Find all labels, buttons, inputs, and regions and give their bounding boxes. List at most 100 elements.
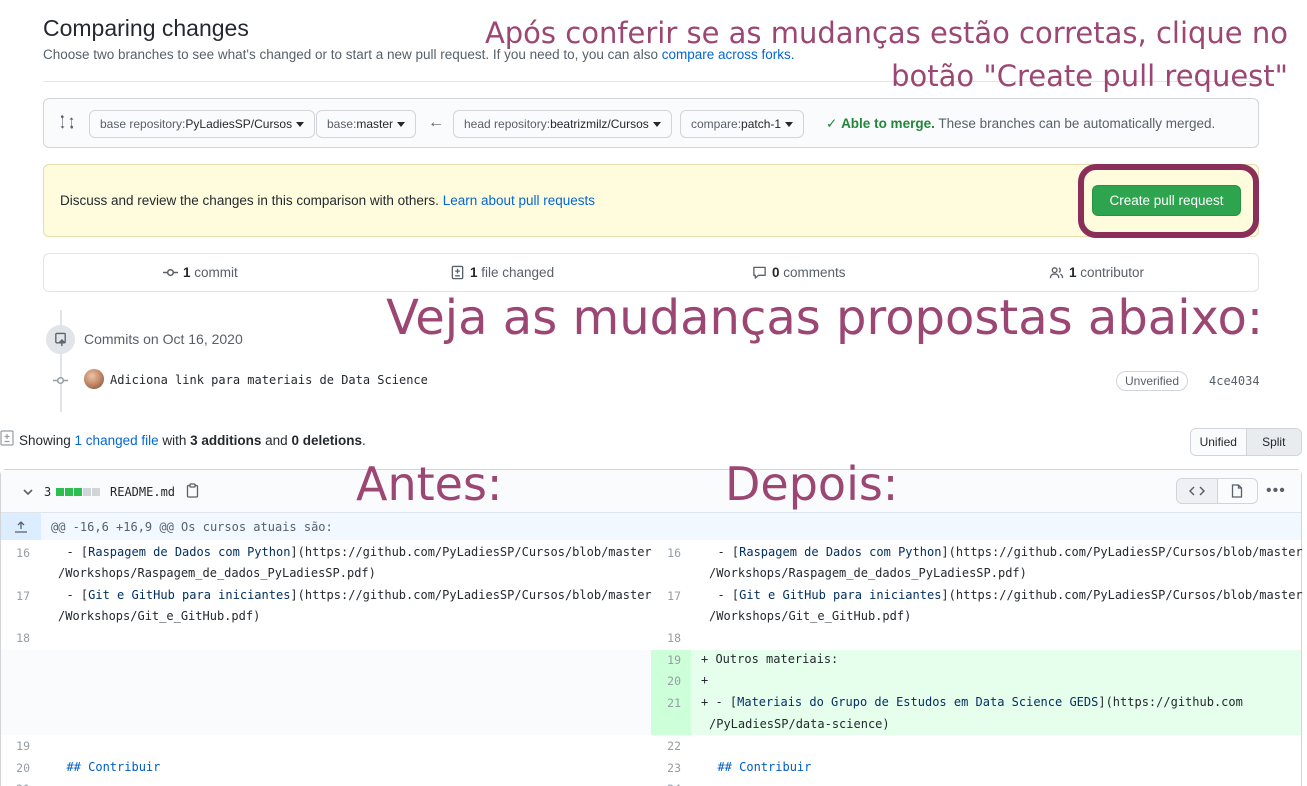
code-link-text: Git e GitHub para iniciantes: [739, 588, 942, 602]
empty-left-block: [1, 650, 651, 735]
check-icon: ✓: [826, 116, 842, 131]
code-heading-text: ## Contribuir: [703, 760, 812, 774]
commits-tab[interactable]: 1 commit: [163, 265, 238, 280]
code-text: - [: [703, 588, 740, 602]
diffstat-blocks: [55, 485, 101, 499]
right-code-line-wrap: /Workshops/Raspagem_de_dados_PyLadiesSP.…: [709, 566, 1027, 580]
annotation-after: Depois:: [725, 457, 899, 511]
file-icon: [1232, 484, 1243, 498]
caret-down-icon: [652, 121, 661, 127]
code-text: ](https://github.com: [1098, 695, 1243, 709]
diffstat-count: 3: [44, 485, 52, 499]
code-view-button[interactable]: [1177, 479, 1218, 503]
page-title: Comparing changes: [43, 15, 249, 41]
compare-branch-select[interactable]: compare: patch-1: [680, 110, 805, 138]
head-repository-label: head repository:: [464, 117, 551, 131]
merge-status-title: Able to merge.: [841, 116, 935, 131]
comments-tab[interactable]: 0 comments: [752, 265, 846, 280]
right-line-number[interactable]: 22: [651, 739, 681, 753]
compare-branch-label: compare:: [691, 117, 742, 131]
commit-message-link[interactable]: Adiciona link para materiais de Data Sci…: [110, 373, 428, 387]
unified-view-button[interactable]: Unified: [1191, 429, 1247, 455]
comment-icon: [753, 266, 766, 279]
base-repository-select[interactable]: base repository: PyLadiesSP/Cursos: [89, 110, 316, 138]
right-line-number[interactable]: 19: [651, 653, 681, 667]
base-repository-value: PyLadiesSP/Cursos: [185, 117, 293, 131]
code-text: ](https://github.com/PyLadiesSP/Cursos/b…: [941, 588, 1303, 602]
diff-summary-with: with: [158, 433, 191, 448]
left-code-line-wrap: /Workshops/Raspagem_de_dados_PyLadiesSP.…: [58, 566, 376, 580]
commit-sha-link[interactable]: 4ce4034: [1209, 374, 1260, 388]
left-line-number[interactable]: 19: [0, 739, 30, 753]
base-branch-select[interactable]: base: master: [316, 110, 417, 138]
files-label: file changed: [477, 265, 555, 280]
right-line-number[interactable]: 16: [651, 546, 681, 560]
rich-view-button[interactable]: [1218, 479, 1258, 503]
right-line-number[interactable]: 24: [651, 782, 681, 786]
chevron-down-icon[interactable]: [22, 486, 34, 498]
copy-icon[interactable]: [186, 483, 199, 498]
create-pull-request-button[interactable]: Create pull request: [1092, 185, 1241, 216]
expand-up-icon[interactable]: [1, 513, 41, 540]
right-added-line-wrap: /PyLadiesSP/data-science): [709, 717, 890, 731]
hunk-header: @@ -16,6 +16,9 @@ Os cursos atuais são:: [51, 520, 333, 534]
arrow-left-icon: ←: [428, 114, 444, 131]
code-text: ](https://github.com/PyLadiesSP/Cursos/b…: [941, 545, 1303, 559]
commits-count: 1: [183, 265, 191, 280]
code-text: - [: [52, 545, 89, 559]
base-branch-value: master: [356, 117, 394, 131]
right-line-number[interactable]: 21: [651, 696, 681, 710]
compare-branch-value: patch-1: [741, 117, 782, 131]
head-repository-value: beatrizmilz/Cursos: [550, 117, 649, 131]
left-line-number[interactable]: 17: [0, 589, 30, 603]
avatar[interactable]: [84, 369, 104, 389]
right-code-line: ## Contribuir: [703, 757, 811, 779]
caret-down-icon: [397, 121, 406, 127]
deletions-count: 0 deletions: [291, 433, 362, 448]
annotation-top-line1: Após conferir se as mudanças estão corre…: [484, 16, 1288, 50]
commits-date-heading: Commits on Oct 16, 2020: [84, 331, 243, 347]
merge-status: ✓ Able to merge. These branches can be a…: [826, 116, 1215, 132]
right-line-number[interactable]: 23: [651, 761, 681, 775]
unverified-badge[interactable]: Unverified: [1116, 371, 1189, 391]
caret-down-icon: [296, 121, 305, 127]
people-icon: [1049, 267, 1064, 279]
code-link-text: Git e GitHub para iniciantes: [88, 588, 291, 602]
caret-down-icon: [785, 121, 794, 127]
diff-summary-and: and: [261, 433, 292, 448]
flash-text: Discuss and review the changes in this c…: [60, 193, 443, 208]
right-line-number[interactable]: 20: [651, 674, 681, 688]
repo-push-icon: [46, 325, 75, 354]
code-link-text: Materiais do Grupo de Estudos em Data Sc…: [737, 695, 1099, 709]
code-text: ](https://github.com/PyLadiesSP/Cursos/b…: [290, 588, 652, 602]
diffstat: 3: [44, 485, 101, 499]
kebab-menu-icon[interactable]: •••: [1266, 482, 1286, 500]
flash-message: Discuss and review the changes in this c…: [60, 193, 595, 208]
left-line-number[interactable]: 16: [0, 546, 30, 560]
comments-label: comments: [779, 265, 846, 280]
right-line-number[interactable]: 17: [651, 589, 681, 603]
right-line-number[interactable]: 18: [651, 631, 681, 645]
left-line-number[interactable]: 20: [0, 761, 30, 775]
right-code-line: - [Raspagem de Dados com Python](https:/…: [703, 542, 1303, 564]
contributors-tab[interactable]: 1 contributor: [1049, 265, 1144, 280]
git-commit-icon: [53, 376, 68, 385]
left-line-number[interactable]: 21: [0, 782, 30, 786]
learn-about-pull-requests-link[interactable]: Learn about pull requests: [443, 193, 595, 208]
left-code-line: - [Raspagem de Dados com Python](https:/…: [52, 542, 651, 564]
code-heading-text: ## Contribuir: [52, 760, 161, 774]
changed-file-link[interactable]: 1 changed file: [75, 433, 159, 448]
head-repository-select[interactable]: head repository: beatrizmilz/Cursos: [453, 110, 672, 138]
right-code-line-wrap: /Workshops/Git_e_GitHub.pdf): [709, 609, 912, 623]
left-line-number[interactable]: 18: [0, 631, 30, 645]
merge-status-detail: These branches can be automatically merg…: [934, 116, 1216, 131]
file-name-link[interactable]: README.md: [110, 485, 175, 499]
diff-summary-end: .: [361, 433, 366, 448]
left-code-line: - [Git e GitHub para iniciantes](https:/…: [52, 585, 652, 607]
base-branch-label: base:: [327, 117, 357, 131]
left-code-line: ## Contribuir: [52, 757, 160, 779]
diff-summary-showing: Showing: [19, 433, 75, 448]
code-text: - [: [703, 545, 740, 559]
split-view-button[interactable]: Split: [1246, 429, 1301, 455]
files-changed-tab[interactable]: 1 file changed: [450, 265, 554, 280]
